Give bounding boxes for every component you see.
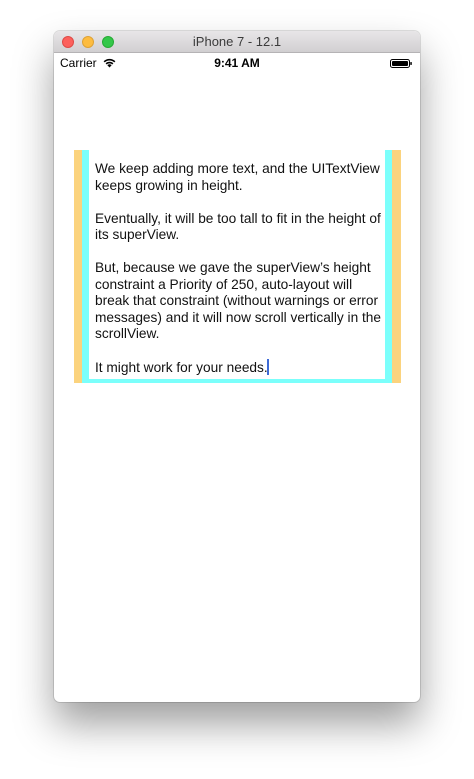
text-paragraph: But, because we gave the superView’s hei… (95, 260, 382, 341)
last-paragraph: It might work for your needs. (95, 359, 383, 377)
title-bar[interactable]: iPhone 7 - 12.1 (54, 31, 420, 53)
battery-icon (390, 59, 412, 68)
text-view-content[interactable]: We keep adding more text, and the UIText… (95, 161, 383, 377)
text-view[interactable]: We keep adding more text, and the UIText… (89, 150, 385, 379)
text-caret (266, 359, 269, 375)
text-paragraph: We keep adding more text, and the UIText… (95, 161, 380, 193)
text-paragraph: Eventually, it will be too tall to fit i… (95, 210, 381, 243)
status-bar: Carrier 9:41 AM (54, 53, 420, 73)
screen: iPhone 7 - 12.1 Carrier 9:41 AM We keep … (0, 0, 474, 779)
text-paragraph: It might work for your needs. (95, 360, 268, 375)
status-time: 9:41 AM (214, 56, 260, 70)
window-title: iPhone 7 - 12.1 (192, 34, 282, 49)
